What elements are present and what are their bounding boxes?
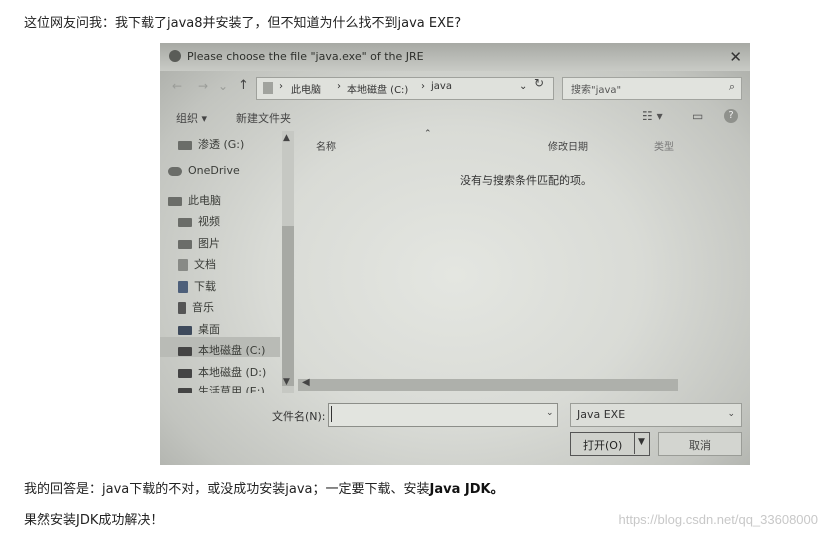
intro-paragraph: 这位网友问我：我下载了java8并安装了，但不知道为什么找不到java EXE? bbox=[24, 16, 462, 31]
scroll-up-icon[interactable]: ▲ bbox=[283, 133, 290, 143]
picture-icon bbox=[178, 239, 192, 249]
chevron-down-icon: ▼ bbox=[638, 437, 645, 447]
sidebar-item-local-disk-d[interactable]: 本地磁盘 (D:) bbox=[178, 364, 266, 380]
sidebar-item-onedrive[interactable]: OneDrive bbox=[168, 164, 240, 177]
address-bar[interactable]: › 此电脑 › 本地磁盘 (C:) › java ⌄ bbox=[256, 77, 554, 100]
app-icon bbox=[169, 50, 181, 62]
music-icon bbox=[178, 302, 186, 314]
sidebar-item-drive-g[interactable]: 渗透 (G:) bbox=[178, 136, 244, 152]
organize-menu[interactable]: 组织 ▾ bbox=[176, 110, 207, 126]
cancel-button-label: 取消 bbox=[689, 439, 711, 452]
sidebar-scrollbar-thumb[interactable] bbox=[282, 226, 294, 386]
column-header-modified[interactable]: 修改日期 bbox=[548, 138, 588, 153]
sidebar-item-label: 下载 bbox=[194, 280, 216, 293]
dialog-toolbar: 组织 ▾ 新建文件夹 ☷ ▾ ▭ ? bbox=[160, 105, 750, 129]
address-separator: › bbox=[279, 81, 283, 92]
dialog-photo: Please choose the file "java.exe" of the… bbox=[160, 43, 750, 465]
sidebar-item-label: 此电脑 bbox=[188, 194, 221, 207]
search-input[interactable]: 搜索"java" ⌕ bbox=[562, 77, 742, 100]
navigation-pane: 渗透 (G:) OneDrive 此电脑 视频 图片 文档 下载 音乐 桌面 本… bbox=[160, 131, 296, 393]
empty-results-message: 没有与搜索条件匹配的项。 bbox=[460, 174, 592, 187]
filetype-value: Java EXE bbox=[577, 408, 626, 421]
back-arrow-icon[interactable]: ← bbox=[172, 79, 182, 93]
cancel-button[interactable]: 取消 bbox=[658, 432, 742, 456]
sidebar-item-local-disk-c[interactable]: 本地磁盘 (C:) bbox=[178, 342, 265, 358]
up-arrow-icon[interactable]: ↑ bbox=[238, 78, 249, 93]
sidebar-item-downloads[interactable]: 下载 bbox=[178, 278, 216, 294]
sidebar-item-label: 音乐 bbox=[192, 301, 214, 314]
breadcrumb-local-disk-c[interactable]: 本地磁盘 (C:) bbox=[347, 81, 408, 96]
scroll-left-icon[interactable]: ◀ bbox=[302, 377, 310, 388]
address-separator: › bbox=[421, 81, 425, 92]
watermark-text: https://blog.csdn.net/qq_33608000 bbox=[618, 512, 819, 527]
dialog-title: Please choose the file "java.exe" of the… bbox=[187, 50, 424, 63]
sidebar-item-label: 文档 bbox=[194, 258, 216, 271]
answer-bold-text: Java JDK。 bbox=[429, 482, 504, 497]
filename-input[interactable] bbox=[328, 403, 558, 427]
breadcrumb-java[interactable]: java bbox=[431, 81, 452, 92]
desktop-icon bbox=[178, 325, 192, 335]
sidebar-item-label: 视频 bbox=[198, 215, 220, 228]
preview-pane-icon[interactable]: ▭ bbox=[692, 109, 703, 123]
search-icon: ⌕ bbox=[728, 80, 735, 93]
sidebar-item-this-pc[interactable]: 此电脑 bbox=[168, 192, 221, 208]
filetype-select[interactable]: Java EXE ⌄ bbox=[570, 403, 742, 427]
view-options-icon[interactable]: ☷ ▾ bbox=[642, 109, 663, 123]
chevron-down-icon: ⌄ bbox=[727, 409, 735, 419]
drive-icon bbox=[178, 346, 192, 356]
filename-dropdown-icon[interactable]: ⌄ bbox=[546, 408, 554, 418]
breadcrumb-this-pc[interactable]: 此电脑 bbox=[291, 81, 321, 96]
answer-paragraph: 我的回答是：java下载的不对，或没成功安装java；一定要下载、安装Java … bbox=[24, 481, 504, 499]
recent-chevron-icon[interactable]: ⌄ bbox=[218, 79, 228, 93]
answer-text: 我的回答是：java下载的不对，或没成功安装java；一定要下载、安装 bbox=[24, 482, 430, 497]
conclusion-paragraph: 果然安装JDK成功解决！ bbox=[24, 513, 164, 528]
close-icon[interactable]: ✕ bbox=[729, 48, 742, 66]
sidebar-item-label: 渗透 (G:) bbox=[198, 138, 245, 151]
sort-up-icon: ⌃ bbox=[424, 129, 432, 139]
horizontal-scrollbar[interactable] bbox=[298, 379, 678, 391]
refresh-icon[interactable]: ↻ bbox=[534, 76, 544, 90]
download-icon bbox=[178, 281, 188, 293]
sidebar-item-videos[interactable]: 视频 bbox=[178, 213, 220, 229]
computer-icon bbox=[168, 196, 182, 206]
sidebar-item-label: 图片 bbox=[198, 237, 220, 250]
cloud-icon bbox=[168, 166, 182, 176]
sidebar-item-music[interactable]: 音乐 bbox=[178, 299, 214, 315]
address-separator: › bbox=[337, 81, 341, 92]
open-dropdown-button[interactable]: ▼ bbox=[634, 432, 651, 454]
document-icon bbox=[178, 259, 188, 271]
address-dropdown-icon[interactable]: ⌄ bbox=[519, 81, 527, 92]
dialog-titlebar: Please choose the file "java.exe" of the… bbox=[160, 43, 750, 71]
sidebar-item-label: 本地磁盘 (C:) bbox=[198, 344, 266, 357]
column-header-name[interactable]: 名称 bbox=[316, 138, 336, 153]
drive-icon bbox=[178, 368, 192, 378]
sidebar-item-pictures[interactable]: 图片 bbox=[178, 235, 220, 251]
drive-icon bbox=[178, 140, 192, 150]
search-placeholder: 搜索"java" bbox=[571, 85, 622, 96]
open-button-label: 打开(O) bbox=[583, 439, 623, 452]
sidebar-item-label: 桌面 bbox=[198, 323, 220, 336]
sidebar-item-label: 生活草用 (E:) bbox=[198, 385, 265, 393]
sidebar-item-drive-e[interactable]: 生活草用 (E:) bbox=[178, 383, 265, 393]
video-icon bbox=[178, 217, 192, 227]
text-caret bbox=[331, 406, 332, 422]
navigation-bar: ← → ⌄ ↑ › 此电脑 › 本地磁盘 (C:) › java ⌄ ↻ 搜索"… bbox=[160, 73, 750, 101]
sidebar-item-label: 本地磁盘 (D:) bbox=[198, 366, 267, 379]
forward-arrow-icon[interactable]: → bbox=[198, 79, 208, 93]
sidebar-item-documents[interactable]: 文档 bbox=[178, 256, 216, 272]
filename-label: 文件名(N): bbox=[272, 410, 326, 423]
new-folder-button[interactable]: 新建文件夹 bbox=[236, 110, 291, 126]
column-header-type[interactable]: 类型 bbox=[654, 138, 674, 153]
sidebar-item-label: OneDrive bbox=[188, 164, 240, 177]
scroll-down-icon[interactable]: ▼ bbox=[283, 377, 290, 387]
drive-icon bbox=[178, 387, 192, 393]
sidebar-item-desktop[interactable]: 桌面 bbox=[178, 321, 220, 337]
help-icon[interactable]: ? bbox=[724, 109, 738, 123]
folder-icon bbox=[263, 82, 273, 94]
